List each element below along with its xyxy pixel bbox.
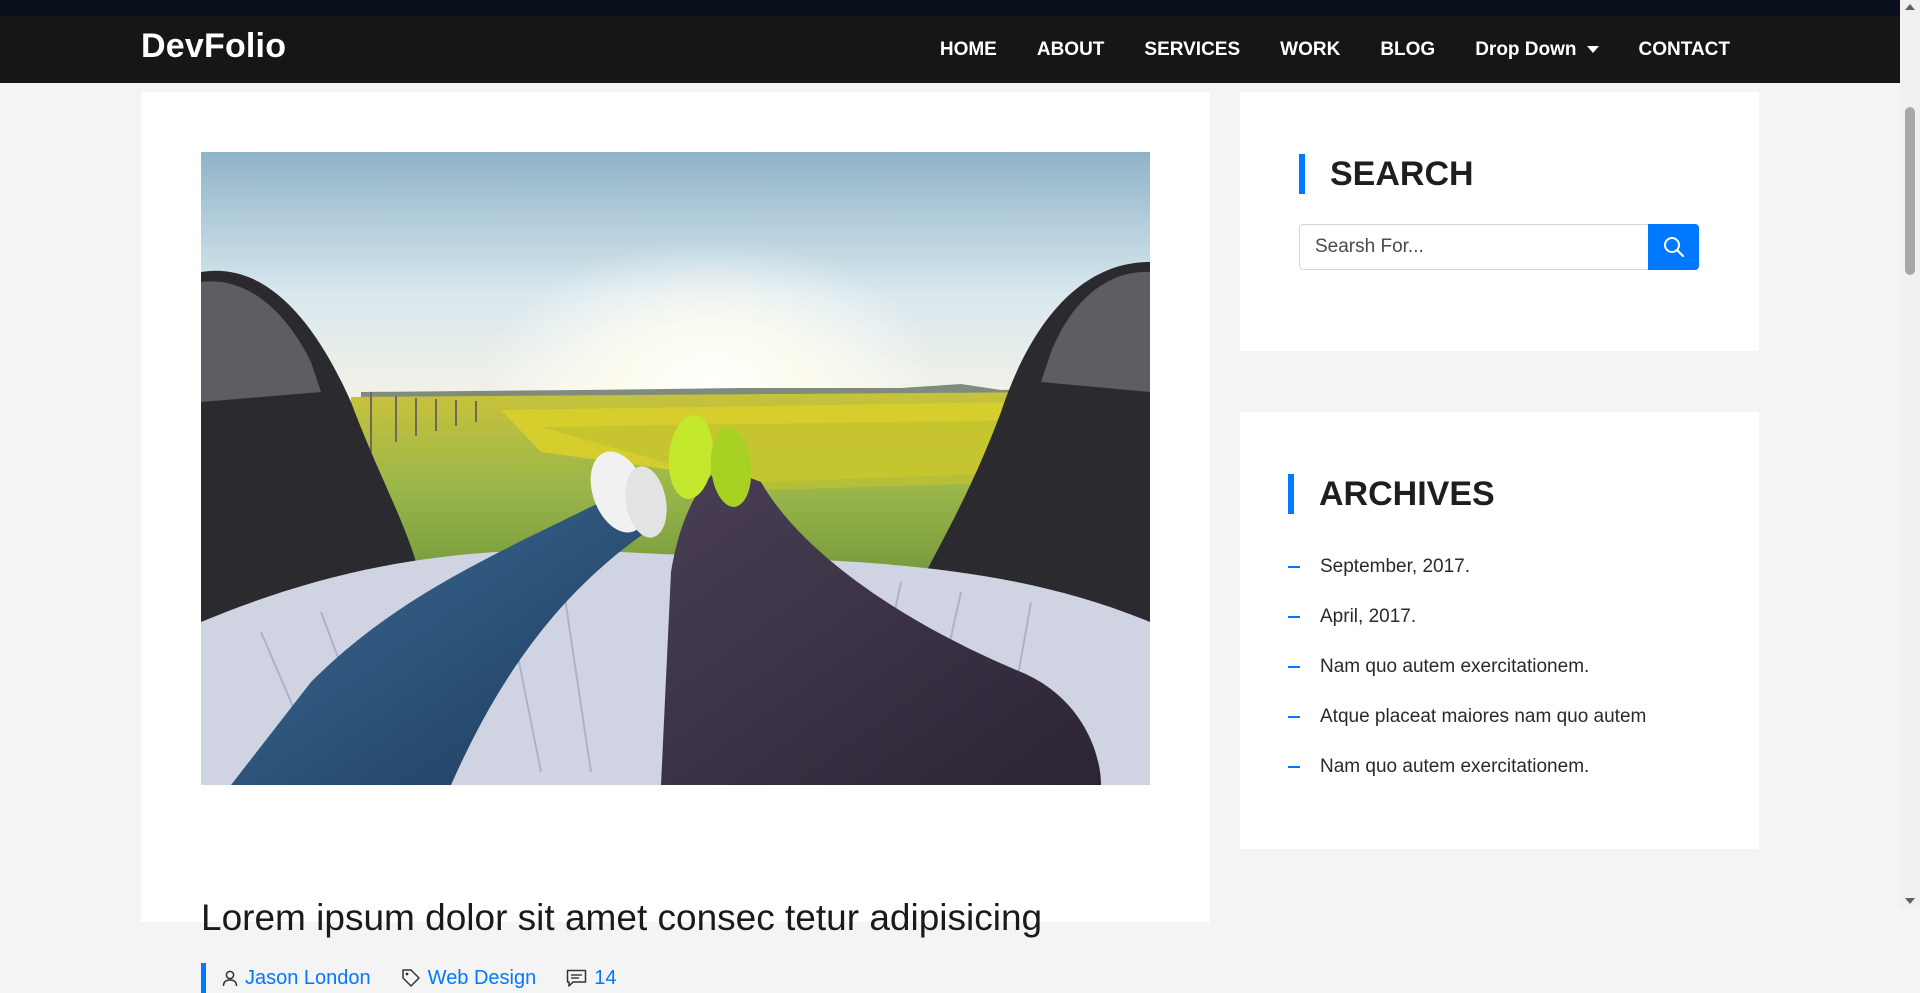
search-icon bbox=[1663, 237, 1684, 258]
archive-item-label: September, 2017. bbox=[1320, 556, 1470, 577]
top-strip bbox=[0, 0, 1900, 16]
nav-item-services[interactable]: SERVICES bbox=[1144, 39, 1240, 61]
post-author-link[interactable]: Jason London bbox=[222, 967, 371, 990]
archive-item-label: Nam quo autem exercitationem. bbox=[1320, 756, 1590, 777]
dash-icon bbox=[1288, 716, 1300, 718]
brand-logo[interactable]: DevFolio bbox=[141, 21, 286, 71]
scroll-down-arrow-icon[interactable] bbox=[1905, 898, 1915, 904]
user-icon bbox=[222, 970, 238, 986]
main-nav: HOME ABOUT SERVICES WORK BLOG Drop Down … bbox=[900, 16, 1730, 83]
search-form bbox=[1299, 224, 1699, 270]
archive-list: September, 2017. April, 2017. Nam quo au… bbox=[1288, 542, 1646, 792]
post-category: Web Design bbox=[427, 966, 537, 989]
nav-item-label: Drop Down bbox=[1475, 38, 1577, 60]
archive-item[interactable]: Nam quo autem exercitationem. bbox=[1288, 642, 1646, 692]
search-input[interactable] bbox=[1299, 224, 1648, 270]
archives-widget: ARCHIVES September, 2017. April, 2017. N… bbox=[1240, 412, 1759, 849]
dash-icon bbox=[1288, 616, 1300, 618]
search-widget-title: SEARCH bbox=[1299, 154, 1474, 194]
page-scrollbar[interactable] bbox=[1900, 0, 1920, 908]
nav-item-label: HOME bbox=[939, 38, 997, 60]
nav-item-label: WORK bbox=[1280, 38, 1341, 60]
post-comments-link[interactable]: 14 bbox=[566, 966, 617, 990]
post-featured-image bbox=[201, 152, 1150, 785]
dash-icon bbox=[1288, 666, 1300, 668]
dash-icon bbox=[1288, 766, 1300, 768]
comment-icon bbox=[567, 969, 587, 987]
post-card: Lorem ipsum dolor sit amet consec tetur … bbox=[141, 92, 1210, 993]
post-meta: Jason London Web Design 14 bbox=[201, 963, 647, 993]
nav-item-about[interactable]: ABOUT bbox=[1037, 39, 1105, 61]
search-widget: SEARCH bbox=[1240, 92, 1759, 351]
archive-item-label: Atque placeat maiores nam quo autem bbox=[1320, 706, 1647, 727]
post-title: Lorem ipsum dolor sit amet consec tetur … bbox=[201, 897, 1043, 938]
nav-item-label: ABOUT bbox=[1036, 38, 1105, 60]
archive-item-label: Nam quo autem exercitationem. bbox=[1320, 656, 1590, 677]
post-comment-count: 14 bbox=[594, 966, 617, 989]
archive-item[interactable]: September, 2017. bbox=[1288, 542, 1646, 592]
navbar: DevFolio HOME ABOUT SERVICES WORK BLOG D… bbox=[0, 16, 1900, 83]
nav-item-work[interactable]: WORK bbox=[1280, 39, 1340, 61]
scroll-up-arrow-icon[interactable] bbox=[1905, 4, 1915, 10]
nav-item-blog[interactable]: BLOG bbox=[1380, 39, 1435, 61]
archive-item[interactable]: Nam quo autem exercitationem. bbox=[1288, 742, 1646, 792]
nav-item-dropdown[interactable]: Drop Down bbox=[1475, 38, 1599, 61]
nav-item-label: CONTACT bbox=[1638, 38, 1730, 60]
search-button[interactable] bbox=[1648, 224, 1699, 270]
scrollbar-thumb[interactable] bbox=[1905, 107, 1915, 275]
dash-icon bbox=[1288, 566, 1300, 568]
archive-item-label: April, 2017. bbox=[1320, 606, 1417, 627]
featured-image-illustration bbox=[201, 152, 1150, 785]
nav-item-label: SERVICES bbox=[1144, 38, 1241, 60]
tag-icon bbox=[401, 969, 420, 987]
post-author: Jason London bbox=[245, 966, 371, 989]
archive-item[interactable]: Atque placeat maiores nam quo autem bbox=[1288, 692, 1646, 742]
nav-item-home[interactable]: HOME bbox=[940, 39, 997, 61]
post-category-link[interactable]: Web Design bbox=[401, 966, 537, 990]
archive-item[interactable]: April, 2017. bbox=[1288, 592, 1646, 642]
archives-widget-title: ARCHIVES bbox=[1288, 474, 1495, 514]
nav-item-contact[interactable]: CONTACT bbox=[1639, 39, 1730, 61]
nav-item-label: BLOG bbox=[1380, 38, 1436, 60]
chevron-down-icon bbox=[1586, 46, 1599, 53]
